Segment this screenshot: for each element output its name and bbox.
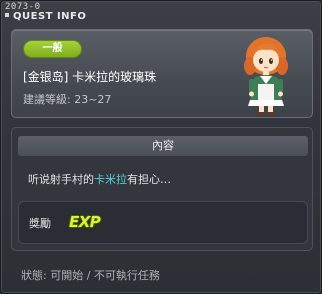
- reward-box: 獎勵 EXP: [18, 201, 308, 244]
- quest-info-window: 2073-0 QUEST INFO 一般 [金银岛] 卡米拉的玻璃珠 建議等級:…: [0, 0, 322, 294]
- npc-name-highlight: 卡米拉: [94, 173, 127, 186]
- quest-status: 狀態: 可開始 / 不可執行任務: [21, 269, 160, 282]
- title-bullet-icon: [5, 13, 9, 17]
- window-title-text: QUEST INFO: [13, 11, 87, 22]
- quest-content-panel: 內容 听说射手村的卡米拉有担心… 獎勵 EXP: [11, 127, 313, 251]
- content-header: 內容: [18, 136, 308, 156]
- description-text-start: 听说射手村的: [28, 173, 94, 186]
- reward-label: 獎勵: [29, 217, 51, 230]
- description-text-end: 有担心…: [127, 173, 171, 186]
- quest-category-badge: 一般: [23, 40, 82, 58]
- level-requirement: 建議等級: 23~27: [23, 93, 112, 106]
- exp-icon: EXP: [69, 213, 101, 231]
- npc-portrait-icon: [244, 37, 288, 116]
- quest-header-panel: 一般 [金银岛] 卡米拉的玻璃珠 建議等級: 23~27: [11, 29, 313, 118]
- quest-description: 听说射手村的卡米拉有担心…: [28, 171, 171, 187]
- quest-name: [金银岛] 卡米拉的玻璃珠: [23, 70, 157, 84]
- window-title[interactable]: QUEST INFO: [5, 11, 86, 22]
